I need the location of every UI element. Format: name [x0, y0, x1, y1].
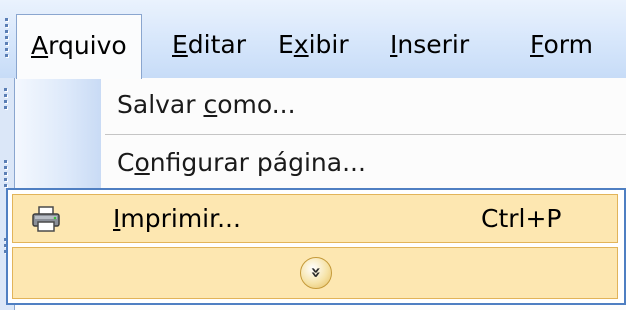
menu-arquivo-accel: A — [31, 31, 49, 60]
menu-item-label: Salvar como... — [117, 78, 296, 132]
menu-inserir-label: nserir — [397, 30, 470, 59]
label-rest: omo... — [217, 90, 296, 119]
menu-separator — [105, 134, 626, 135]
menu-exibir[interactable]: Exibir — [264, 22, 363, 68]
menu-editar[interactable]: Editar — [158, 22, 260, 68]
menu-bar: Arquivo Editar Exibir Inserir Form — [0, 0, 626, 79]
menu-item-salvar-como[interactable]: Salvar como... — [15, 78, 626, 132]
menu-formatar-label: orm — [543, 30, 594, 59]
label-accel: o — [134, 148, 150, 177]
menu-editar-label: ditar — [187, 30, 247, 59]
menu-item-label: Imprimir... — [113, 195, 241, 242]
menu-arquivo[interactable]: Arquivo — [16, 14, 142, 79]
menu-formatar-accel: F — [530, 30, 544, 59]
label-rest: nfigurar página... — [149, 148, 366, 177]
toolbar-grip[interactable] — [4, 160, 8, 190]
chevron-double-down-icon: » — [300, 257, 332, 289]
menu-editar-accel: E — [172, 30, 188, 59]
menu-formatar[interactable]: Form — [516, 22, 607, 68]
expanded-menu-section: Imprimir... Ctrl+P » — [6, 188, 626, 305]
menu-arquivo-label: rquivo — [48, 31, 127, 60]
printer-icon — [32, 206, 60, 232]
toolbar-grip[interactable] — [5, 18, 9, 60]
expand-menu-button[interactable]: » — [12, 247, 618, 299]
chevron-glyph: » — [305, 266, 327, 279]
label-accel: c — [203, 90, 218, 119]
toolbar-grip[interactable] — [4, 88, 8, 112]
menu-item-label: Configurar página... — [117, 136, 366, 190]
menu-exibir-accel: x — [293, 30, 309, 59]
shortcut-label: Ctrl+P — [481, 204, 562, 233]
menu-exibir-pre: E — [278, 30, 294, 59]
menu-inserir[interactable]: Inserir — [376, 22, 483, 68]
menu-exibir-label: ibir — [308, 30, 349, 59]
label-rest: mprimir... — [120, 204, 241, 233]
menu-item-configurar-pagina[interactable]: Configurar página... — [15, 136, 626, 190]
label-prefix: Salvar — [117, 90, 204, 119]
menu-item-imprimir[interactable]: Imprimir... Ctrl+P — [12, 194, 618, 243]
label-prefix: C — [117, 148, 135, 177]
